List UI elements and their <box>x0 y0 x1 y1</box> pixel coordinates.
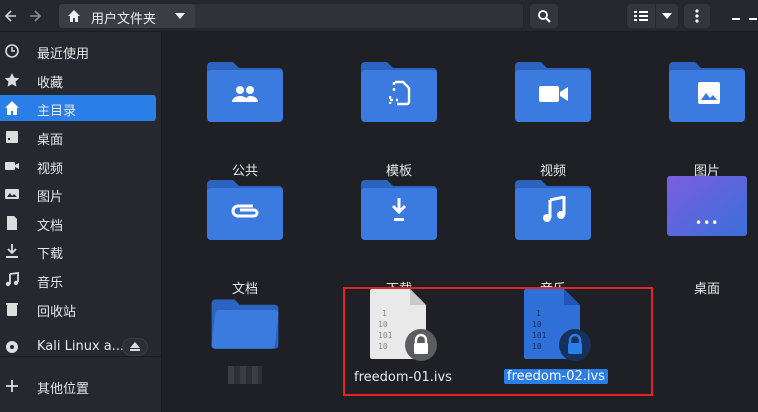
back-button[interactable] <box>0 4 22 28</box>
lock-icon <box>559 329 591 361</box>
folder-downloads[interactable]: 下载 <box>349 176 449 297</box>
music-icon <box>543 196 566 222</box>
download-icon <box>6 244 18 258</box>
video-icon <box>539 86 568 102</box>
paperclip-icon <box>231 204 259 218</box>
sidebar-item-label: 图片 <box>37 190 64 205</box>
sidebar-item-label: 音乐 <box>37 276 64 291</box>
file-freedom-02[interactable]: 1 10 101 10 freedom-02.ivs <box>504 288 616 388</box>
main-menu-button[interactable] <box>684 4 710 28</box>
folder-music[interactable]: 音乐 <box>503 176 603 297</box>
desktop-icon <box>6 131 18 143</box>
minimize-icon <box>732 18 740 20</box>
sidebar-item-music[interactable]: 音乐 <box>0 267 156 293</box>
sidebar-item-documents[interactable]: 文档 <box>0 210 156 236</box>
sidebar-item-label: 收藏 <box>37 76 64 91</box>
star-icon <box>4 73 20 87</box>
kebab-menu-icon <box>695 9 699 23</box>
arrow-right-icon <box>30 10 42 22</box>
folder-label: 文档 <box>231 282 258 297</box>
sidebar-item-desktop[interactable]: 桌面 <box>0 124 156 150</box>
svg-text:10: 10 <box>378 320 388 329</box>
sidebar-item-label: 下载 <box>37 247 64 262</box>
list-view-icon <box>634 11 648 21</box>
view-options-button[interactable] <box>656 4 678 28</box>
sidebar-item-other-locations[interactable]: 其他位置 <box>0 373 156 399</box>
plus-icon <box>6 380 18 392</box>
forward-button[interactable] <box>24 4 46 28</box>
sidebar-item-label: 其他位置 <box>37 382 90 397</box>
document-icon <box>7 216 17 230</box>
sidebar-item-home[interactable]: 主目录 <box>0 95 156 121</box>
eject-button[interactable] <box>122 338 148 356</box>
svg-text:101: 101 <box>378 331 393 340</box>
ellipsis-icon: ••• <box>695 216 720 230</box>
folder-pictures[interactable]: 图片 <box>657 58 757 179</box>
chevron-down-icon <box>662 13 672 19</box>
sidebar-item-videos[interactable]: 视频 <box>0 153 156 179</box>
blurred-label <box>228 366 262 384</box>
sidebar-item-starred[interactable]: 收藏 <box>0 67 156 93</box>
path-bar[interactable]: 用户文件夹 <box>58 3 524 29</box>
sidebar-item-recent[interactable]: 最近使用 <box>0 38 156 64</box>
sidebar-item-label: 文档 <box>37 219 64 234</box>
file-label: freedom-01.ivs <box>354 370 452 385</box>
header-bar: 用户文件夹 <box>0 0 758 32</box>
trash-icon <box>6 303 18 316</box>
file-freedom-01[interactable]: 1 10 101 10 freedom-01.ivs <box>352 288 458 388</box>
sidebar-item-trash[interactable]: 回收站 <box>0 296 156 322</box>
path-segment-home[interactable]: 用户文件夹 <box>59 4 195 28</box>
sidebar-item-pictures[interactable]: 图片 <box>0 181 156 207</box>
folder-public[interactable]: 公共 <box>195 58 295 179</box>
path-label: 用户文件夹 <box>91 12 157 27</box>
template-icon <box>389 80 411 106</box>
folder-videos[interactable]: 视频 <box>503 58 603 179</box>
folder-documents[interactable]: 文档 <box>195 176 295 297</box>
folder-label: 桌面 <box>693 282 720 297</box>
svg-text:10: 10 <box>378 342 388 351</box>
svg-text:10: 10 <box>532 320 542 329</box>
folder-generic[interactable] <box>195 296 295 356</box>
video-icon <box>5 162 19 170</box>
search-button[interactable] <box>530 4 558 28</box>
view-toggle-button[interactable] <box>627 4 655 28</box>
file-label: freedom-02.ivs <box>504 369 608 384</box>
open-folder-icon <box>211 299 279 349</box>
folder-desktop[interactable]: ••• 桌面 <box>657 176 757 297</box>
disc-icon <box>6 341 18 353</box>
sidebar-item-label: 回收站 <box>37 305 77 320</box>
people-icon <box>232 86 258 102</box>
clock-icon <box>5 44 19 58</box>
maximize-icon <box>749 18 757 20</box>
lock-icon <box>405 329 437 361</box>
arrow-left-icon <box>4 10 16 22</box>
svg-text:10: 10 <box>532 342 542 351</box>
sidebar-item-label: 桌面 <box>37 133 64 148</box>
home-icon <box>5 101 19 115</box>
eject-icon <box>130 342 140 351</box>
sidebar-item-downloads[interactable]: 下载 <box>0 238 156 264</box>
svg-text:1: 1 <box>536 309 541 318</box>
sidebar-item-label: Kali Linux a... <box>37 339 125 354</box>
home-icon <box>68 10 80 22</box>
sidebar-item-label: 主目录 <box>37 104 77 119</box>
sidebar-item-label: 最近使用 <box>37 47 90 62</box>
image-icon <box>5 189 19 199</box>
folder-templates[interactable]: 模板 <box>349 58 449 179</box>
sidebar-item-label: 视频 <box>37 162 64 177</box>
sidebar-divider <box>0 356 162 357</box>
music-icon <box>5 272 19 287</box>
desktop-thumbnail-icon <box>667 176 747 236</box>
svg-text:101: 101 <box>532 331 547 340</box>
minimize-button[interactable] <box>726 4 746 28</box>
chevron-down-icon[interactable] <box>175 12 185 20</box>
image-icon <box>698 82 720 104</box>
svg-text:1: 1 <box>382 309 387 318</box>
download-icon <box>391 198 407 221</box>
maximize-button[interactable] <box>748 4 758 28</box>
sidebar: 最近使用 收藏 主目录 桌面 视频 图片 文档 下载 音乐 回收站 Kali L… <box>0 32 162 412</box>
search-icon <box>538 10 551 23</box>
